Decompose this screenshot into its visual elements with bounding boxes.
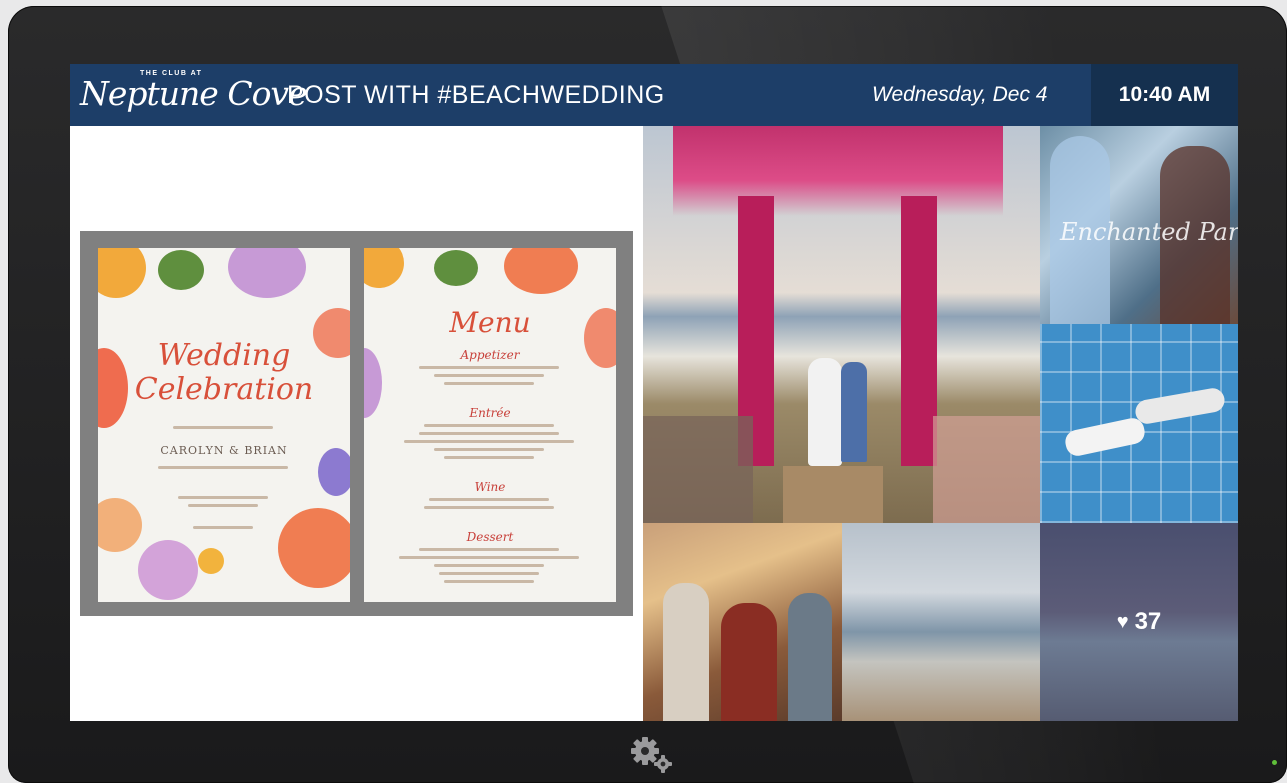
text-line xyxy=(429,498,549,501)
text-line xyxy=(444,580,534,583)
aisle-walkway xyxy=(783,466,883,523)
overlay-brand-text: Enchanted Parties xyxy=(1060,218,1238,246)
guest-figure xyxy=(663,583,709,721)
text-line xyxy=(424,506,554,509)
guests-right xyxy=(933,416,1040,523)
text-line xyxy=(424,424,554,427)
invitation-card: Wedding Celebration CAROLYN & BRIAN xyxy=(98,248,350,602)
flower-decoration xyxy=(98,248,146,298)
bougainvillea-canopy xyxy=(673,126,1003,216)
couple-names: CAROLYN & BRIAN xyxy=(160,444,288,457)
text-line xyxy=(444,382,534,385)
text-line xyxy=(434,374,544,377)
display-bezel: THE CLUB AT Neptune Cove POST WITH #BEAC… xyxy=(8,6,1287,783)
flower-decoration xyxy=(98,498,142,552)
text-line xyxy=(434,564,544,567)
guest-figure xyxy=(721,603,777,721)
flower-decoration xyxy=(278,508,350,588)
featured-stationery: Wedding Celebration CAROLYN & BRIAN Menu… xyxy=(80,231,633,616)
photo-ceremony-likes[interactable]: ♥ 37 xyxy=(1040,523,1238,721)
photo-ocean-shore[interactable] xyxy=(842,523,1040,721)
photo-beach-ceremony[interactable] xyxy=(643,126,1040,523)
flower-decoration xyxy=(228,248,306,298)
leaf-decoration xyxy=(434,250,478,286)
flower-decoration xyxy=(364,248,404,288)
invite-title-line1: Wedding xyxy=(157,338,291,373)
text-line xyxy=(434,448,544,451)
hashtag-prompt: POST WITH #BEACHWEDDING xyxy=(287,81,665,109)
text-line xyxy=(419,548,559,551)
groom-figure xyxy=(841,362,867,462)
photo-dancing-guests[interactable] xyxy=(643,523,842,721)
pool-figure xyxy=(1133,386,1227,426)
header-bar: THE CLUB AT Neptune Cove POST WITH #BEAC… xyxy=(70,64,1238,126)
text-line xyxy=(419,432,559,435)
text-line xyxy=(419,366,559,369)
signage-screen: THE CLUB AT Neptune Cove POST WITH #BEAC… xyxy=(70,64,1238,721)
flower-decoration xyxy=(504,248,578,294)
gear-icon[interactable] xyxy=(629,735,679,775)
heart-icon: ♥ xyxy=(1116,610,1129,633)
invite-title-line2: Celebration xyxy=(134,372,314,407)
menu-title: Menu xyxy=(449,306,531,339)
menu-card: Menu Appetizer Entrée Wine Dessert xyxy=(364,248,616,602)
menu-section: Appetizer xyxy=(460,348,520,362)
text-line xyxy=(178,496,268,499)
logo-wordmark: Neptune Cove xyxy=(80,74,308,113)
guests-left xyxy=(643,416,753,523)
arch-pillar-right xyxy=(901,196,937,466)
likes-count: 37 xyxy=(1134,608,1162,635)
power-indicator xyxy=(1272,760,1277,765)
menu-section: Entrée xyxy=(469,406,511,420)
text-line xyxy=(404,440,574,443)
menu-section: Dessert xyxy=(466,530,514,544)
likes-badge: ♥ 37 xyxy=(1040,523,1238,721)
current-date: Wednesday, Dec 4 xyxy=(872,83,1048,106)
menu-section: Wine xyxy=(474,480,506,494)
text-line xyxy=(158,466,288,469)
photo-pool-couple[interactable] xyxy=(1040,324,1238,523)
text-line xyxy=(444,456,534,459)
bride-figure xyxy=(808,358,842,466)
text-line xyxy=(439,572,539,575)
leaf-decoration xyxy=(158,250,204,290)
text-line xyxy=(193,526,253,529)
flower-decoration xyxy=(138,540,198,600)
text-line xyxy=(399,556,579,559)
club-logo: THE CLUB AT Neptune Cove xyxy=(80,68,308,122)
text-line xyxy=(173,426,273,429)
pool-figure xyxy=(1063,415,1147,459)
flower-decoration xyxy=(198,548,224,574)
current-time: 10:40 AM xyxy=(1091,64,1238,126)
text-line xyxy=(188,504,258,507)
guest-figure xyxy=(788,593,832,721)
photo-character-party[interactable]: Enchanted Parties xyxy=(1040,126,1238,324)
